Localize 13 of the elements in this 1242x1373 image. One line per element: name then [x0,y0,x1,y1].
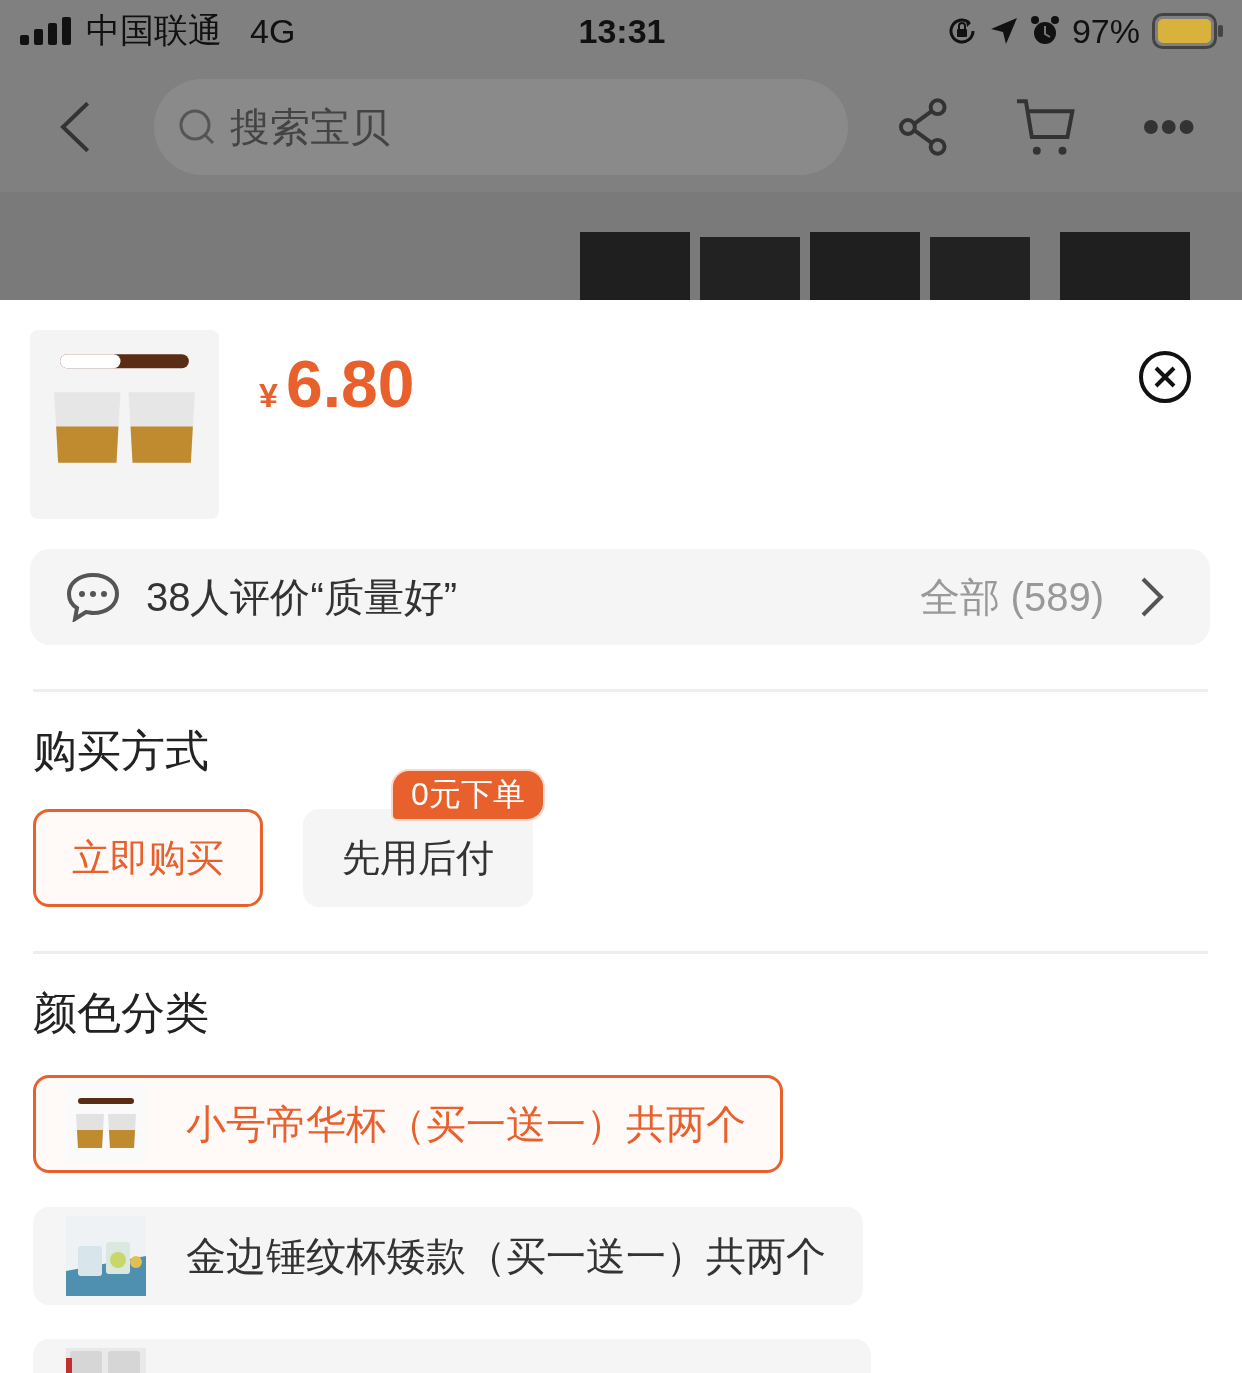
carrier-name: 中国联通 [86,10,222,51]
purchase-option[interactable]: 先用后付 [303,809,533,907]
search-field[interactable]: 搜索宝贝 [153,79,848,175]
network-type: 4G [250,11,296,51]
review-summary-bar[interactable]: 38人评价“质量好” 全部 (589) [30,549,1210,645]
section-title: 购买方式 [33,725,210,777]
review-highlight: 38人评价“质量好” [146,573,458,621]
clock-time: 13:31 [578,11,666,51]
section-title: 颜色分类 [33,987,210,1039]
price: ¥6.80 [259,346,415,422]
promo-tag: 0元下单 [393,771,543,819]
color-option[interactable]: 金边锤纹杯矮款（买一送一）共两个 [33,1207,863,1305]
battery-percent: 97% [1071,11,1140,51]
